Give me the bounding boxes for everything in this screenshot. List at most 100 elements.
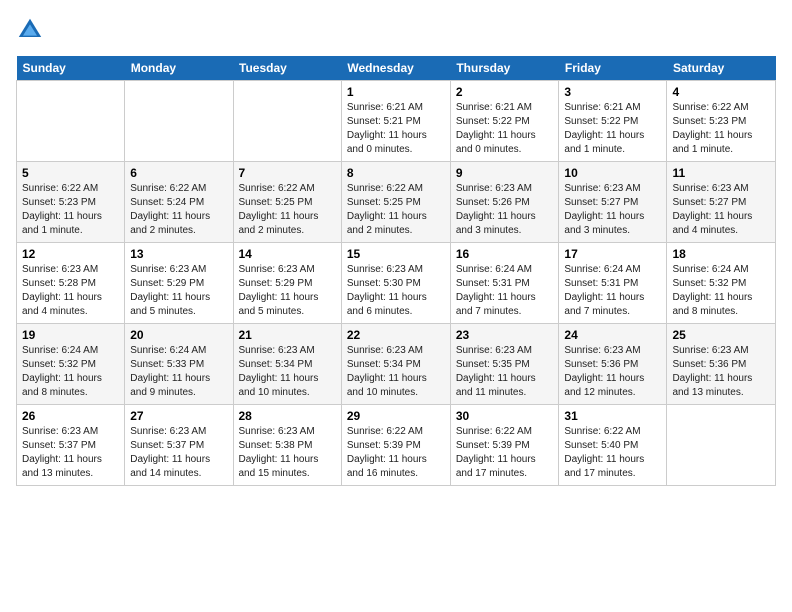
day-of-week-header: Sunday [17,56,125,81]
day-of-week-header: Monday [125,56,233,81]
calendar-cell [667,405,776,486]
day-info: Sunrise: 6:24 AM Sunset: 5:32 PM Dayligh… [22,344,119,400]
calendar-cell: 29 Sunrise: 6:22 AM Sunset: 5:39 PM Dayli… [341,405,450,486]
day-number: 9 [456,166,554,180]
calendar-cell: 2Sunrise: 6:21 AM Sunset: 5:22 PM Daylig… [450,81,559,162]
day-number: 13 [130,247,227,261]
day-number: 15 [347,247,445,261]
day-number: 18 [672,247,770,261]
day-info: Sunrise: 6:23 AM Sunset: 5:37 PM Dayligh… [22,425,119,481]
calendar-cell: 3 Sunrise: 6:21 AM Sunset: 5:22 PM Daylig… [559,81,667,162]
day-number: 11 [672,166,770,180]
calendar-cell: 8Sunrise: 6:22 AM Sunset: 5:25 PM Daylig… [341,162,450,243]
day-info: Sunrise: 6:23 AM Sunset: 5:38 PM Dayligh… [239,425,336,481]
day-info: Sunrise: 6:24 AM Sunset: 5:33 PM Dayligh… [130,344,227,400]
calendar-cell: 14Sunrise: 6:23 AM Sunset: 5:29 PM Dayli… [233,243,341,324]
day-info: Sunrise: 6:22 AM Sunset: 5:24 PM Dayligh… [130,182,227,238]
day-info: Sunrise: 6:22 AM Sunset: 5:23 PM Dayligh… [22,182,119,238]
day-info: Sunrise: 6:22 AM Sunset: 5:40 PM Dayligh… [564,425,661,481]
calendar-cell [125,81,233,162]
day-info: Sunrise: 6:23 AM Sunset: 5:29 PM Dayligh… [239,263,336,319]
day-info: Sunrise: 6:23 AM Sunset: 5:29 PM Dayligh… [130,263,227,319]
calendar-week-row: 5 Sunrise: 6:22 AM Sunset: 5:23 PM Daylig… [17,162,776,243]
calendar-cell: 1 Sunrise: 6:21 AM Sunset: 5:21 PM Daylig… [341,81,450,162]
day-info: Sunrise: 6:23 AM Sunset: 5:27 PM Dayligh… [672,182,770,238]
day-number: 19 [22,328,119,342]
day-number: 27 [130,409,227,423]
calendar-cell: 5 Sunrise: 6:22 AM Sunset: 5:23 PM Daylig… [17,162,125,243]
day-info: Sunrise: 6:24 AM Sunset: 5:32 PM Dayligh… [672,263,770,319]
calendar-cell: 23Sunrise: 6:23 AM Sunset: 5:35 PM Dayli… [450,324,559,405]
calendar-cell: 24 Sunrise: 6:23 AM Sunset: 5:36 PM Dayli… [559,324,667,405]
calendar-cell: 7 Sunrise: 6:22 AM Sunset: 5:25 PM Daylig… [233,162,341,243]
day-number: 31 [564,409,661,423]
day-number: 1 [347,85,445,99]
day-number: 24 [564,328,661,342]
calendar-cell: 18 Sunrise: 6:24 AM Sunset: 5:32 PM Dayli… [667,243,776,324]
day-of-week-header: Saturday [667,56,776,81]
calendar-cell: 12 Sunrise: 6:23 AM Sunset: 5:28 PM Dayli… [17,243,125,324]
day-of-week-header: Friday [559,56,667,81]
day-info: Sunrise: 6:24 AM Sunset: 5:31 PM Dayligh… [456,263,554,319]
day-info: Sunrise: 6:23 AM Sunset: 5:28 PM Dayligh… [22,263,119,319]
day-number: 8 [347,166,445,180]
calendar-cell: 30 Sunrise: 6:22 AM Sunset: 5:39 PM Dayli… [450,405,559,486]
calendar-cell: 20 Sunrise: 6:24 AM Sunset: 5:33 PM Dayli… [125,324,233,405]
calendar-cell: 10 Sunrise: 6:23 AM Sunset: 5:27 PM Dayli… [559,162,667,243]
day-number: 17 [564,247,661,261]
day-info: Sunrise: 6:23 AM Sunset: 5:37 PM Dayligh… [130,425,227,481]
calendar-cell: 22 Sunrise: 6:23 AM Sunset: 5:34 PM Dayli… [341,324,450,405]
calendar-week-row: 12 Sunrise: 6:23 AM Sunset: 5:28 PM Dayli… [17,243,776,324]
page-header [16,16,776,44]
logo [16,16,48,44]
day-number: 5 [22,166,119,180]
day-info: Sunrise: 6:21 AM Sunset: 5:22 PM Dayligh… [564,101,661,157]
day-info: Sunrise: 6:24 AM Sunset: 5:31 PM Dayligh… [564,263,661,319]
logo-icon [16,16,44,44]
day-number: 6 [130,166,227,180]
calendar-cell [17,81,125,162]
calendar-cell: 4 Sunrise: 6:22 AM Sunset: 5:23 PM Daylig… [667,81,776,162]
day-info: Sunrise: 6:23 AM Sunset: 5:27 PM Dayligh… [564,182,661,238]
day-number: 22 [347,328,445,342]
day-info: Sunrise: 6:23 AM Sunset: 5:36 PM Dayligh… [564,344,661,400]
calendar-header-row: SundayMondayTuesdayWednesdayThursdayFrid… [17,56,776,81]
calendar-cell: 16 Sunrise: 6:24 AM Sunset: 5:31 PM Dayli… [450,243,559,324]
day-of-week-header: Thursday [450,56,559,81]
day-number: 25 [672,328,770,342]
day-number: 16 [456,247,554,261]
day-of-week-header: Wednesday [341,56,450,81]
calendar-cell: 26 Sunrise: 6:23 AM Sunset: 5:37 PM Dayli… [17,405,125,486]
calendar-cell: 15 Sunrise: 6:23 AM Sunset: 5:30 PM Dayli… [341,243,450,324]
day-number: 4 [672,85,770,99]
calendar-week-row: 26 Sunrise: 6:23 AM Sunset: 5:37 PM Dayli… [17,405,776,486]
day-info: Sunrise: 6:23 AM Sunset: 5:36 PM Dayligh… [672,344,770,400]
day-info: Sunrise: 6:23 AM Sunset: 5:34 PM Dayligh… [347,344,445,400]
day-info: Sunrise: 6:23 AM Sunset: 5:35 PM Dayligh… [456,344,554,400]
day-number: 3 [564,85,661,99]
day-number: 20 [130,328,227,342]
calendar-cell: 31 Sunrise: 6:22 AM Sunset: 5:40 PM Dayli… [559,405,667,486]
day-number: 28 [239,409,336,423]
day-number: 26 [22,409,119,423]
day-number: 30 [456,409,554,423]
day-info: Sunrise: 6:23 AM Sunset: 5:26 PM Dayligh… [456,182,554,238]
calendar-cell: 17 Sunrise: 6:24 AM Sunset: 5:31 PM Dayli… [559,243,667,324]
calendar-cell: 9 Sunrise: 6:23 AM Sunset: 5:26 PM Daylig… [450,162,559,243]
calendar-cell: 19 Sunrise: 6:24 AM Sunset: 5:32 PM Dayli… [17,324,125,405]
day-number: 12 [22,247,119,261]
day-info: Sunrise: 6:21 AM Sunset: 5:21 PM Dayligh… [347,101,445,157]
calendar-cell: 13 Sunrise: 6:23 AM Sunset: 5:29 PM Dayli… [125,243,233,324]
calendar-week-row: 19 Sunrise: 6:24 AM Sunset: 5:32 PM Dayli… [17,324,776,405]
calendar-cell: 6 Sunrise: 6:22 AM Sunset: 5:24 PM Daylig… [125,162,233,243]
calendar-week-row: 1 Sunrise: 6:21 AM Sunset: 5:21 PM Daylig… [17,81,776,162]
day-of-week-header: Tuesday [233,56,341,81]
day-info: Sunrise: 6:22 AM Sunset: 5:23 PM Dayligh… [672,101,770,157]
day-number: 10 [564,166,661,180]
day-info: Sunrise: 6:22 AM Sunset: 5:25 PM Dayligh… [239,182,336,238]
day-info: Sunrise: 6:23 AM Sunset: 5:30 PM Dayligh… [347,263,445,319]
day-info: Sunrise: 6:22 AM Sunset: 5:39 PM Dayligh… [456,425,554,481]
day-info: Sunrise: 6:22 AM Sunset: 5:39 PM Dayligh… [347,425,445,481]
day-number: 29 [347,409,445,423]
day-number: 7 [239,166,336,180]
